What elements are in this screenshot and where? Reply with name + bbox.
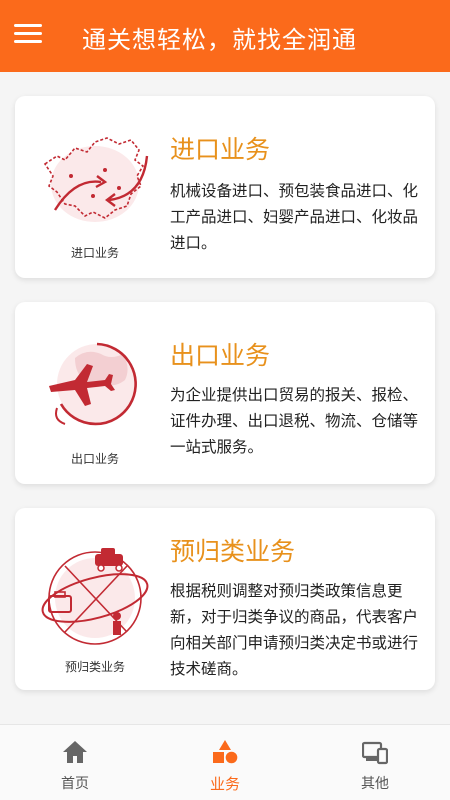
nav-home[interactable]: 首页 <box>0 725 150 800</box>
nav-business[interactable]: 业务 <box>150 725 300 800</box>
import-title: 进口业务 <box>170 135 271 164</box>
nav-home-label: 首页 <box>61 776 89 792</box>
export-title: 出口业务 <box>170 341 271 370</box>
import-caption: 进口业务 <box>70 246 119 260</box>
import-description: 机械设备进口、预包装食品进口、化工产品进口、妇婴产品进口、化妆品进口。 <box>170 182 419 252</box>
nav-business-label: 业务 <box>209 775 240 793</box>
export-caption: 出口业务 <box>70 452 119 466</box>
hamburger-menu-icon[interactable] <box>14 24 42 48</box>
nav-other-label: 其他 <box>361 776 389 792</box>
nav-other[interactable]: 其他 <box>300 725 450 800</box>
import-service-card[interactable]: 进口业务 进口业务 机械设备进口、预包装食品进口、化工产品进口、妇婴产品进口、化… <box>15 96 435 278</box>
globe-airplane-export-icon <box>35 328 155 438</box>
app-header: 通关想轻松，就找全润通 <box>0 0 450 72</box>
shapes-icon <box>213 740 238 764</box>
preclassification-caption: 预归类业务 <box>64 660 125 674</box>
bottom-navigation: 首页 业务 其他 <box>0 724 450 800</box>
home-icon <box>63 741 87 763</box>
export-service-card[interactable]: 出口业务 出口业务 为企业提供出口贸易的报关、报检、证件办理、出口退税、物流、仓… <box>15 302 435 484</box>
devices-icon <box>362 741 388 765</box>
preclassification-title: 预归类业务 <box>170 537 296 566</box>
globe-orbit-preclassification-icon <box>35 536 155 656</box>
china-map-import-icon <box>35 126 155 236</box>
page-title: 通关想轻松，就找全润通 <box>82 26 357 54</box>
preclassification-service-card[interactable]: 预归类业务 预归类业务 根据税则调整对预归类政策信息更新，对于归类争议的商品，代… <box>15 508 435 690</box>
preclassification-description: 根据税则调整对预归类政策信息更新，对于归类争议的商品，代表客户向相关部门申请预归… <box>170 582 419 678</box>
export-description: 为企业提供出口贸易的报关、报检、证件办理、出口退税、物流、仓储等一站式服务。 <box>170 386 419 456</box>
